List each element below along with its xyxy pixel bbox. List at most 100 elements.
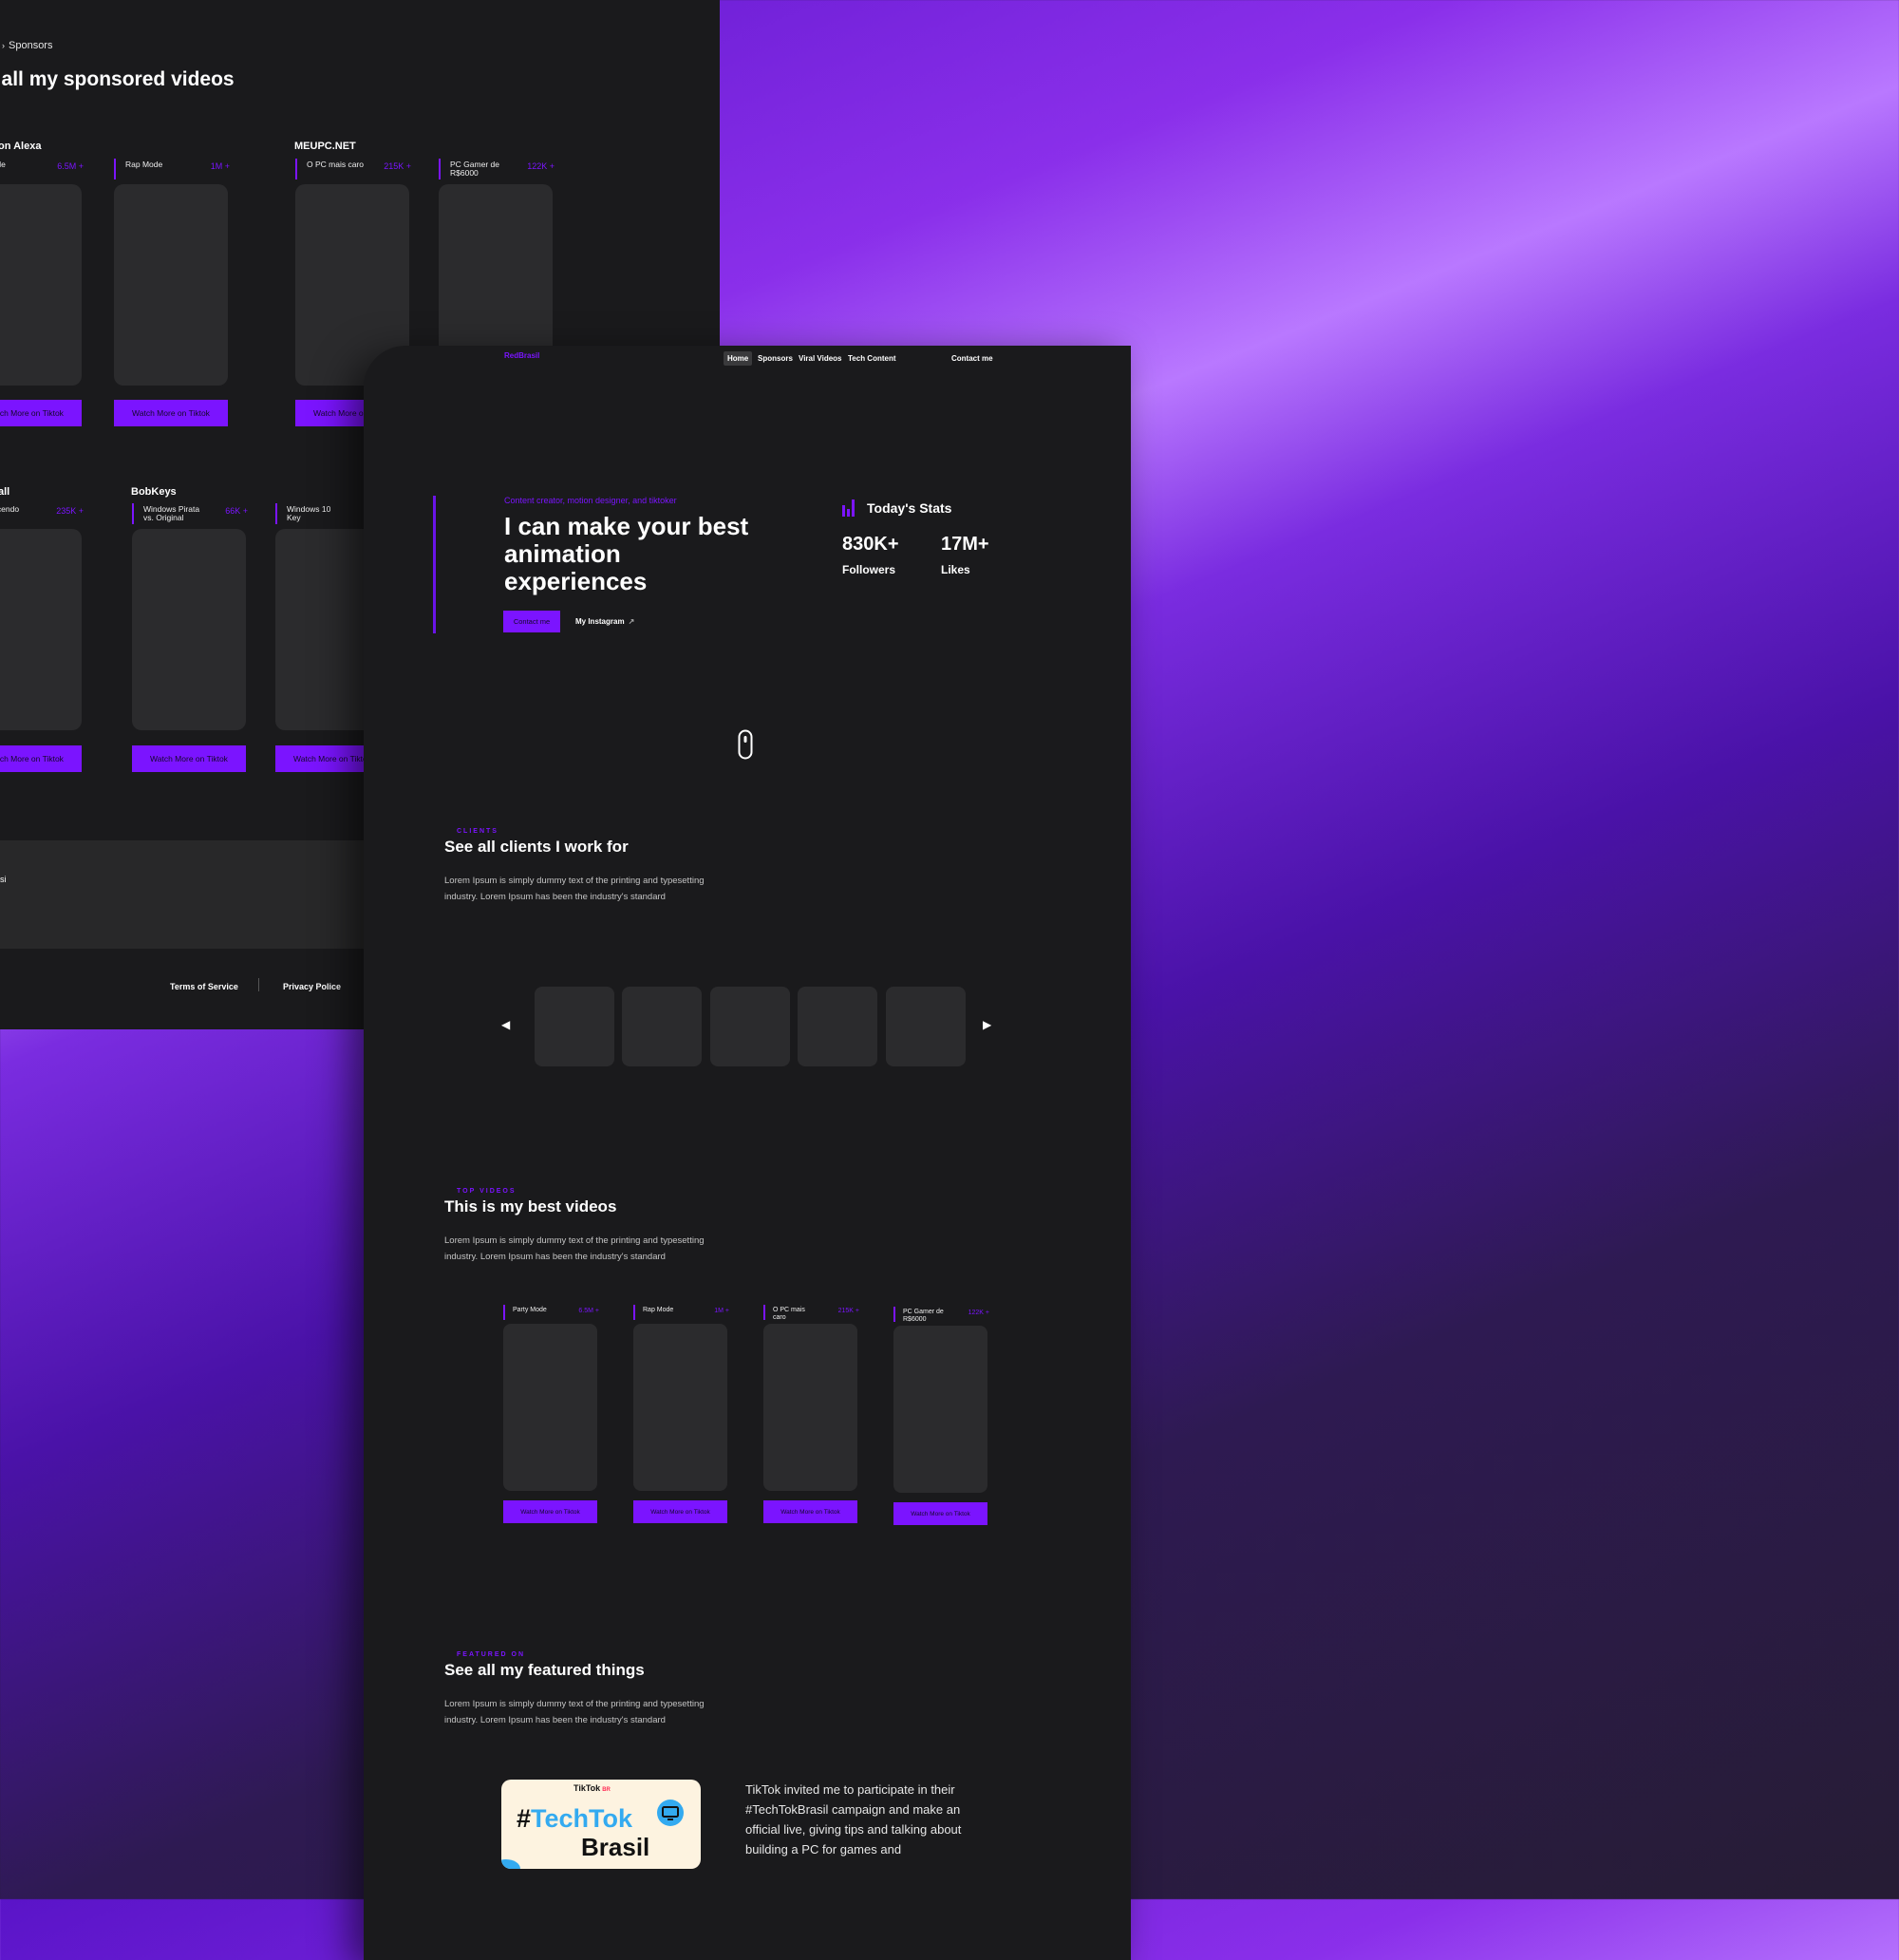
- video-views: 215K +: [837, 1308, 859, 1314]
- video-views: 122K +: [527, 161, 555, 171]
- clients-title: See all clients I work for: [444, 838, 629, 856]
- client-logo[interactable]: [798, 987, 877, 1066]
- hero-title: I can make your best animation experienc…: [504, 512, 749, 595]
- video-title: Windows 10 Key: [287, 504, 331, 522]
- client-logo[interactable]: [535, 987, 614, 1066]
- breadcrumb-label: Sponsors: [9, 40, 53, 51]
- video-title: Rap Mode: [643, 1307, 674, 1313]
- video-thumbnail[interactable]: [503, 1324, 597, 1491]
- video-card-header: Rap Mode 1M +: [114, 159, 230, 179]
- privacy-link[interactable]: Privacy Police: [283, 982, 341, 991]
- sponsor-group-label: BobKeys: [131, 486, 177, 498]
- hash-symbol: #: [517, 1804, 532, 1833]
- watch-more-button[interactable]: Watch More on Tiktok: [0, 400, 82, 426]
- video-title: aquecendo ergia: [0, 504, 20, 514]
- tiktok-logo-badge: BR: [602, 1787, 611, 1793]
- client-logo[interactable]: [886, 987, 966, 1066]
- sponsor-group-label: MEUPC.NET: [294, 141, 356, 152]
- video-views: 122K +: [968, 1310, 989, 1316]
- video-title: O PC mais caro: [773, 1307, 805, 1321]
- tiktok-logo-text: TikTok: [573, 1783, 601, 1793]
- video-views: 6.5M +: [57, 161, 84, 171]
- watch-more-button[interactable]: Watch More on Tiktok: [114, 400, 228, 426]
- video-title: Windows Pirata vs. Original: [143, 504, 200, 522]
- video-card-header: PC Gamer de R$6000 122K +: [439, 159, 555, 179]
- terms-link[interactable]: Terms of Service: [170, 982, 238, 991]
- logo-corner-decoration: [501, 1859, 520, 1869]
- video-thumbnail[interactable]: [0, 184, 82, 386]
- sponsor-strip-label: si: [0, 875, 7, 884]
- video-views: 66K +: [225, 506, 248, 516]
- client-logo[interactable]: [622, 987, 702, 1066]
- nav-viral-videos[interactable]: Viral Videos: [795, 351, 846, 366]
- video-card-header: O PC mais caro 215K +: [763, 1305, 859, 1321]
- footer-divider: [258, 978, 259, 991]
- home-page: RedBrasil Home Sponsors Viral Videos Tec…: [364, 346, 1131, 1960]
- video-thumbnail[interactable]: [763, 1324, 857, 1491]
- likes-label: Likes: [941, 563, 970, 576]
- video-title: O PC mais caro: [307, 160, 364, 169]
- watch-more-button[interactable]: Watch More on Tiktok: [132, 745, 246, 772]
- techtok-brasil-logo: TikTok BR #TechTok Brasil: [501, 1780, 701, 1869]
- hero-tagline: Content creator, motion designer, and ti…: [504, 496, 677, 505]
- video-title: PC Gamer de R$6000: [450, 160, 499, 178]
- sponsor-group-label: all: [0, 486, 10, 498]
- video-thumbnail[interactable]: [893, 1326, 987, 1493]
- nav-tech-content[interactable]: Tech Content: [844, 351, 900, 366]
- top-videos-description: Lorem Ipsum is simply dummy text of the …: [444, 1235, 705, 1262]
- sponsor-group-label: on Alexa: [0, 141, 42, 152]
- contact-button[interactable]: Contact me: [503, 611, 560, 632]
- nav-home[interactable]: Home: [724, 351, 753, 366]
- techtok-word: TechTok: [531, 1804, 633, 1833]
- nav-contact[interactable]: Contact me: [948, 351, 997, 366]
- clients-eyebrow: CLIENTS: [457, 828, 498, 835]
- featured-eyebrow: FEATURED ON: [457, 1651, 526, 1658]
- page-title: e all my sponsored videos: [0, 68, 235, 90]
- video-title: PC Gamer de R$6000: [903, 1309, 944, 1323]
- instagram-link[interactable]: My Instagram ↗: [575, 617, 634, 626]
- video-views: 1M +: [714, 1308, 729, 1314]
- client-logo[interactable]: [710, 987, 790, 1066]
- chevron-right-icon: ›: [2, 41, 5, 50]
- watch-more-button[interactable]: Watch More on Tiktok: [0, 745, 82, 772]
- featured-description: Lorem Ipsum is simply dummy text of the …: [444, 1699, 705, 1725]
- top-videos-title: This is my best videos: [444, 1197, 617, 1216]
- video-card-header: y Mode 6.5M +: [0, 159, 84, 179]
- brasil-word: Brasil: [581, 1833, 650, 1861]
- bar-chart-icon: [842, 499, 855, 517]
- followers-count: 830K+: [842, 534, 899, 555]
- followers-label: Followers: [842, 563, 896, 576]
- video-card-header: PC Gamer de R$6000 122K +: [893, 1307, 989, 1323]
- techtok-hashtag: #TechTok: [517, 1804, 632, 1834]
- video-thumbnail[interactable]: [132, 529, 246, 730]
- featured-text: TikTok invited me to participate in thei…: [745, 1782, 962, 1856]
- video-card-header: O PC mais caro 215K +: [295, 159, 411, 179]
- likes-count: 17M+: [941, 534, 989, 555]
- video-title: Rap Mode: [125, 160, 163, 169]
- video-title: y Mode: [0, 160, 6, 169]
- watch-more-button[interactable]: Watch More on Tiktok: [633, 1500, 727, 1523]
- stats-title: Today's Stats: [867, 500, 952, 516]
- breadcrumb[interactable]: › Sponsors: [2, 40, 52, 51]
- scroll-mouse-icon[interactable]: [738, 729, 753, 760]
- carousel-prev-icon[interactable]: ◀: [501, 1018, 510, 1031]
- tiktok-logo: TikTok BR: [573, 1783, 611, 1793]
- brand-logo[interactable]: RedBrasil: [504, 351, 539, 360]
- external-link-icon: ↗: [628, 617, 635, 626]
- carousel-next-icon[interactable]: ▶: [983, 1018, 991, 1031]
- nav-sponsors[interactable]: Sponsors: [754, 351, 797, 366]
- video-thumbnail[interactable]: [114, 184, 228, 386]
- watch-more-button[interactable]: Watch More on Tiktok: [503, 1500, 597, 1523]
- video-card-header: Party Mode 6.5M +: [503, 1305, 599, 1320]
- video-views: 215K +: [384, 161, 411, 171]
- watch-more-button[interactable]: Watch More on Tiktok: [763, 1500, 857, 1523]
- featured-title: See all my featured things: [444, 1661, 645, 1679]
- video-thumbnail[interactable]: [633, 1324, 727, 1491]
- watch-more-button[interactable]: Watch More on Tiktok: [893, 1502, 987, 1525]
- video-views: 1M +: [210, 161, 230, 171]
- video-card-header: Rap Mode 1M +: [633, 1305, 729, 1320]
- hero-accent-line: [433, 496, 436, 633]
- video-thumbnail[interactable]: [0, 529, 82, 730]
- video-card-header: aquecendo ergia 235K +: [0, 503, 84, 524]
- monitor-icon: [657, 1800, 684, 1826]
